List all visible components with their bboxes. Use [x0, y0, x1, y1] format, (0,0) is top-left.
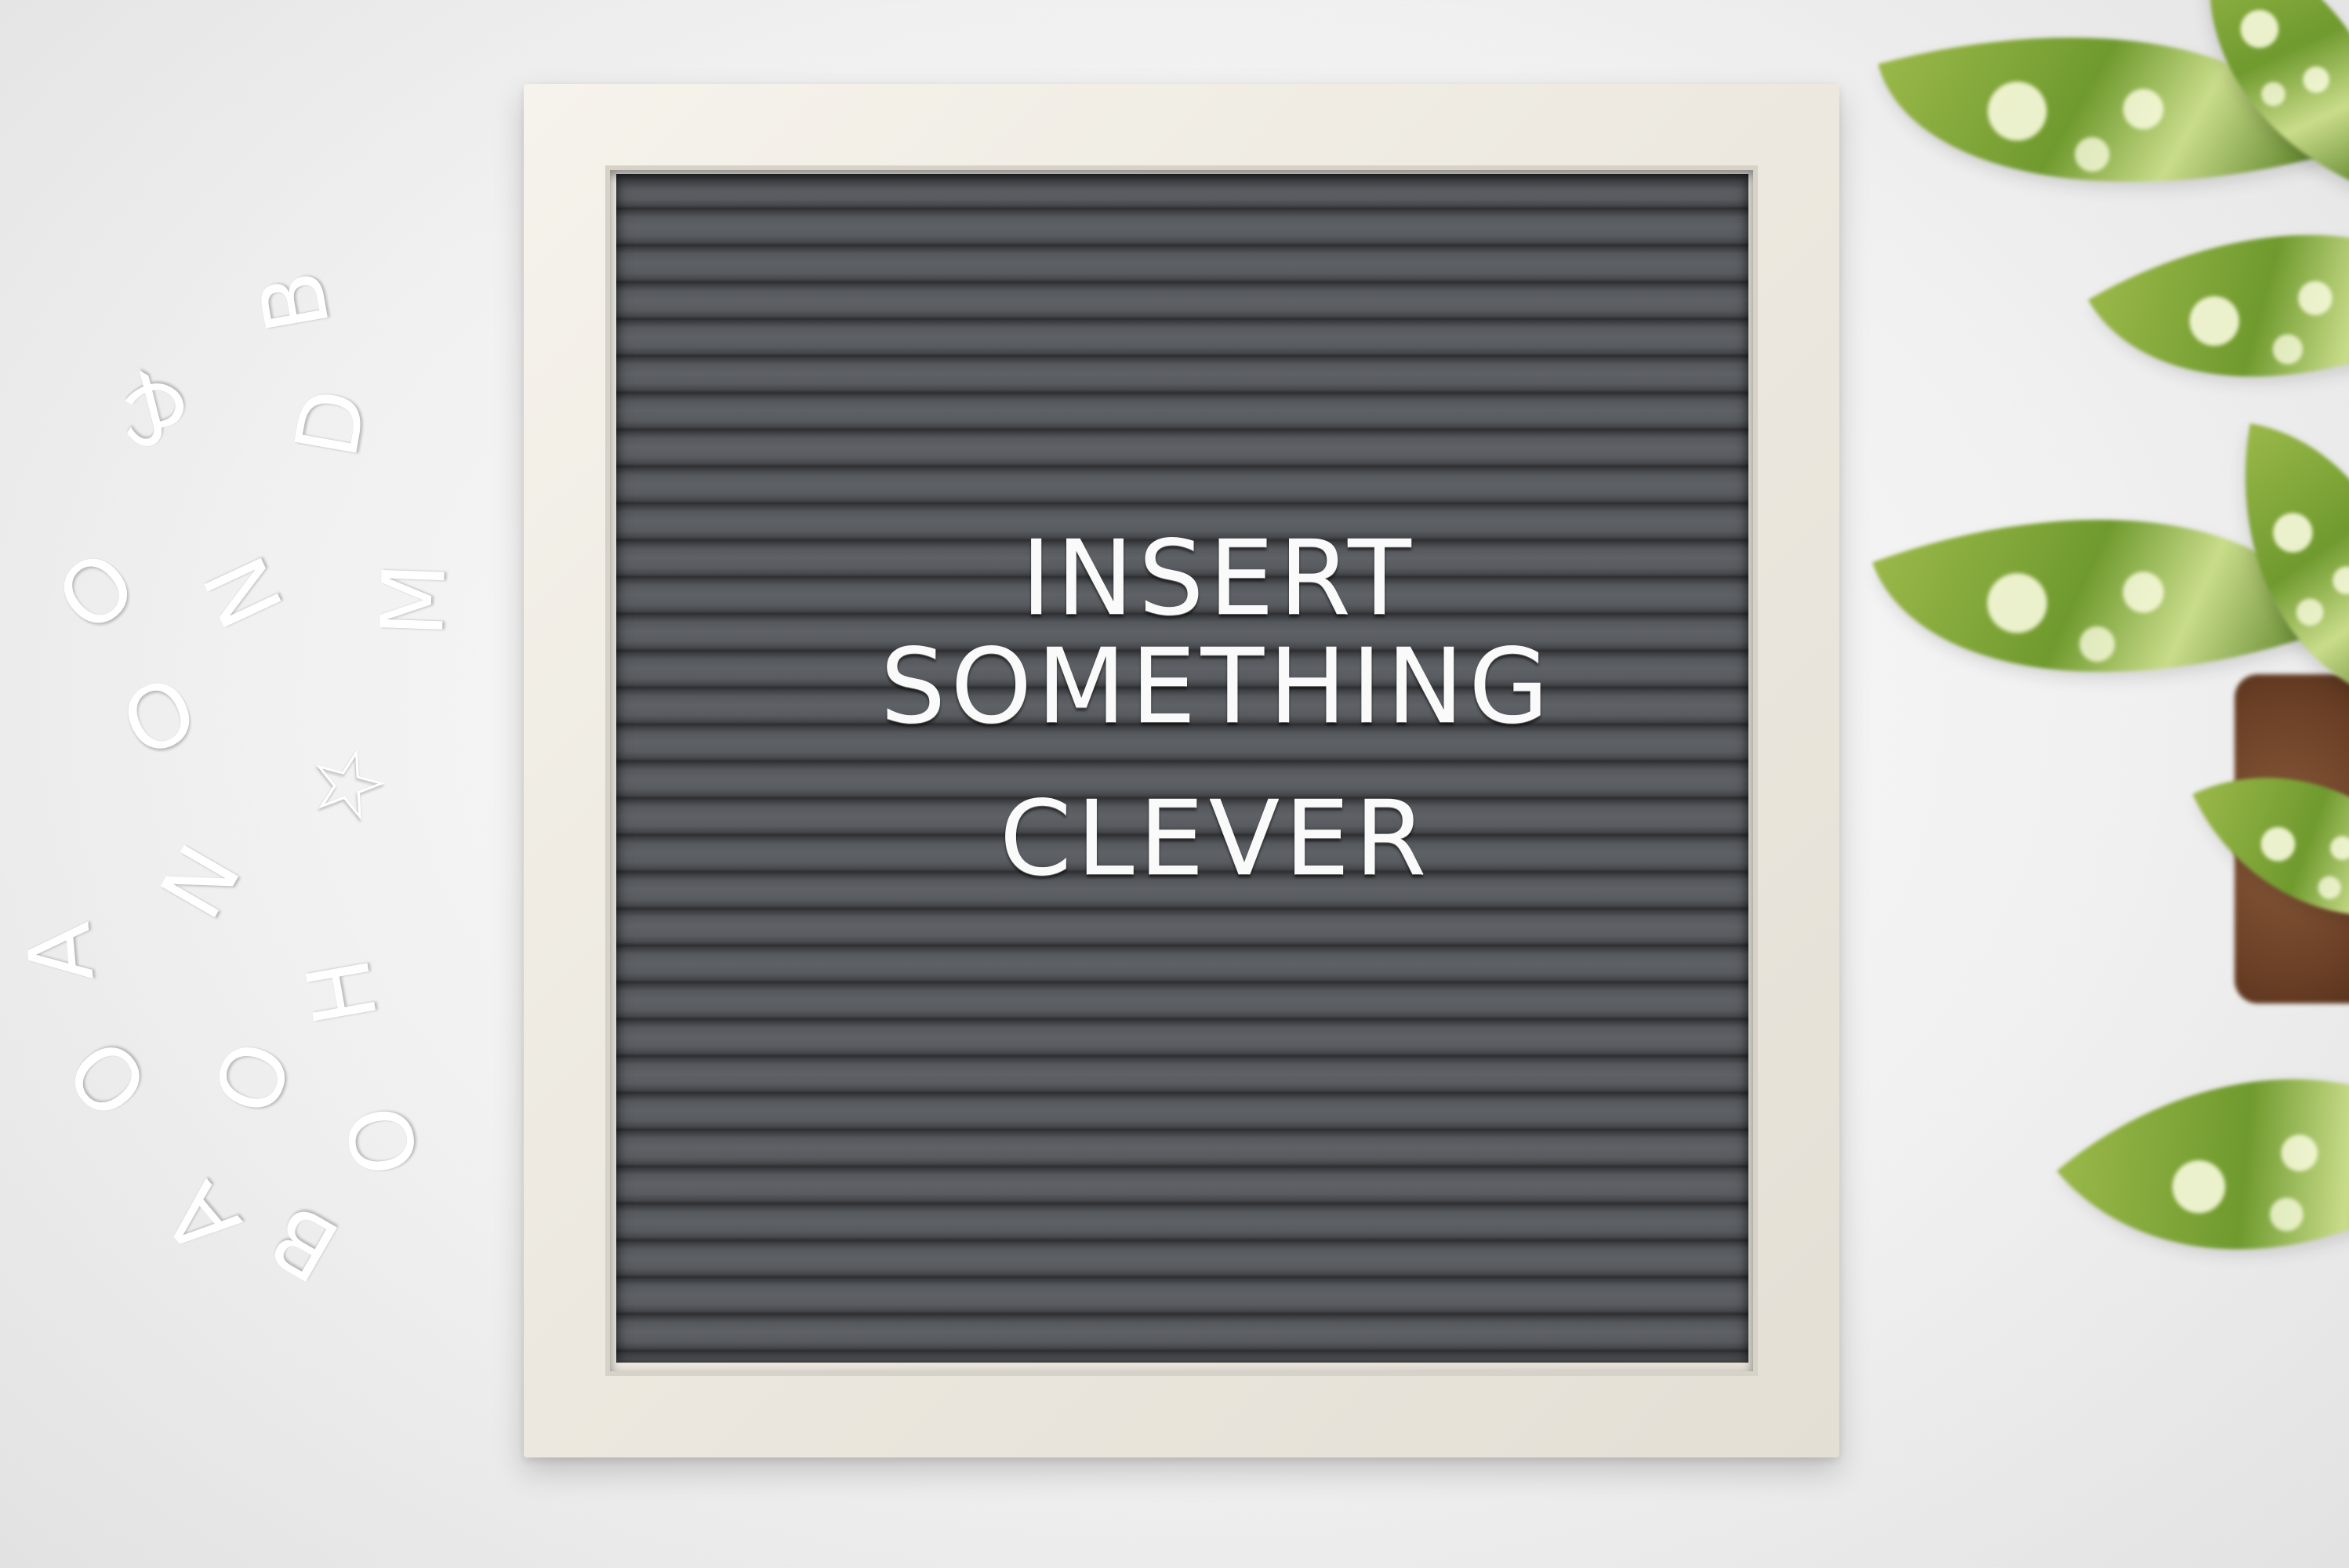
loose-letter: O — [194, 1029, 313, 1127]
loose-letter: D — [275, 382, 387, 465]
loose-letter: O — [48, 1019, 169, 1137]
plant-leaf — [2057, 959, 2349, 1370]
loose-letter: & — [96, 351, 206, 472]
loose-letter: A — [8, 918, 114, 987]
loose-letter: A — [144, 1164, 260, 1274]
loose-letter: B — [240, 263, 350, 340]
plant-leaf — [2088, 135, 2349, 477]
loose-letter: O — [327, 1098, 438, 1183]
loose-letter: H — [287, 951, 398, 1033]
board-text-line-3: CLEVER — [999, 779, 1432, 899]
felt-board — [616, 174, 1748, 1363]
loose-letter: B — [253, 1184, 355, 1301]
photo-scene: B & D O N M O ☆ N A H O O O B A INSERT S… — [0, 0, 2349, 1568]
